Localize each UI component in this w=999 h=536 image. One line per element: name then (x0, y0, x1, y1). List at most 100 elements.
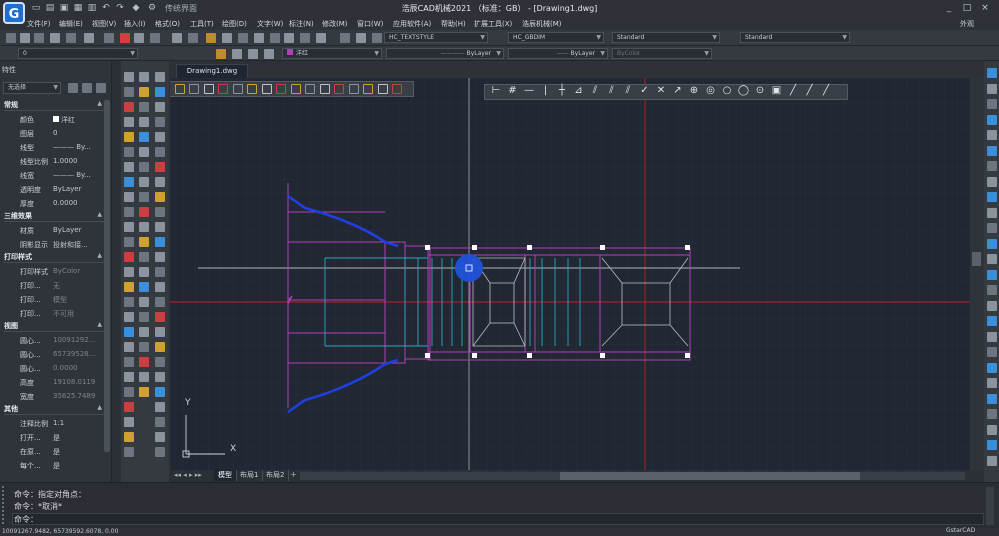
object-snap-icon[interactable]: ⊿ (573, 85, 585, 97)
draw-tool-icon[interactable] (124, 282, 134, 292)
toolbar-tool-icon[interactable] (188, 33, 198, 43)
floating-draw-tool-icon[interactable] (290, 84, 301, 94)
right-tool-icon[interactable] (987, 285, 997, 295)
minimize-button[interactable]: _ (942, 2, 956, 14)
draw-tool-icon[interactable] (124, 447, 134, 457)
property-row[interactable]: 每个... 是 (6, 459, 101, 472)
property-row[interactable]: 圆心... 0.0000 (6, 362, 101, 375)
table-style-dropdown[interactable]: Standard ▼ (612, 32, 720, 43)
draw-tool-icon[interactable] (155, 162, 165, 172)
vertical-scrollbar[interactable] (970, 78, 984, 470)
draw-tool-icon[interactable] (139, 87, 149, 97)
property-row[interactable]: 圆心... 65739528... (6, 348, 101, 361)
draw-tool-icon[interactable] (139, 207, 149, 217)
property-section-header[interactable]: 视图 ▲ (4, 321, 104, 332)
menu-item[interactable]: 编辑(E) (59, 19, 83, 29)
right-tool-icon[interactable] (987, 347, 997, 357)
property-row[interactable]: 厚度 0.0000 (6, 197, 101, 210)
right-tool-icon[interactable] (987, 409, 997, 419)
draw-tool-icon[interactable] (139, 297, 149, 307)
layer-manager-icon[interactable] (216, 49, 226, 59)
menu-item[interactable]: 文字(W) (257, 19, 283, 29)
draw-tool-icon[interactable] (139, 267, 149, 277)
property-row[interactable]: 在原... 是 (6, 445, 101, 458)
toolbar-tool-icon[interactable] (84, 33, 94, 43)
draw-tool-icon[interactable] (124, 207, 134, 217)
draw-tool-icon[interactable] (124, 387, 134, 397)
property-section-header[interactable]: 其他 ▲ (4, 404, 104, 415)
property-row[interactable]: 线型比例 1.0000 (6, 155, 101, 168)
app-logo[interactable]: G (3, 2, 25, 24)
draw-tool-icon[interactable] (155, 372, 165, 382)
toolbar-tool-icon[interactable] (238, 33, 248, 43)
draw-tool-icon[interactable] (155, 252, 165, 262)
draw-tool-icon[interactable] (139, 72, 149, 82)
menu-item[interactable]: 文件(F) (27, 19, 51, 29)
property-row[interactable]: 宽度 35625.7489 (6, 390, 101, 403)
draw-tool-icon[interactable] (155, 192, 165, 202)
tab-model[interactable]: 模型 (214, 470, 237, 481)
object-snap-icon[interactable]: ✓ (639, 85, 651, 97)
property-row[interactable]: 打印... 无 (6, 279, 101, 292)
draw-tool-icon[interactable] (155, 342, 165, 352)
menu-item[interactable]: 插入(I) (124, 19, 146, 29)
toolbar-tool-icon[interactable] (120, 33, 130, 43)
property-row[interactable]: 打开... 是 (6, 431, 101, 444)
floating-draw-tool-icon[interactable] (232, 84, 243, 94)
command-input[interactable] (12, 513, 984, 525)
menu-item[interactable]: 视图(V) (92, 19, 116, 29)
toolbar-tool-icon[interactable] (340, 33, 350, 43)
close-button[interactable]: × (978, 2, 992, 14)
selection-dropdown[interactable]: 无选择 ▼ (3, 82, 61, 94)
draw-tool-icon[interactable] (124, 162, 134, 172)
layout-nav-arrows[interactable]: ◂◂ ◂ ▸ ▸▸ (174, 471, 202, 479)
right-tool-icon[interactable] (987, 300, 997, 311)
draw-tool-icon[interactable] (139, 237, 149, 247)
floating-draw-tool-icon[interactable] (363, 84, 373, 94)
layer-state-icon[interactable] (232, 49, 242, 59)
draw-tool-icon[interactable] (139, 177, 149, 187)
draw-tool-icon[interactable] (124, 372, 134, 382)
right-tool-icon[interactable] (987, 223, 997, 233)
floating-draw-tool-icon[interactable] (319, 84, 330, 94)
floating-draw-tool-icon[interactable] (247, 84, 257, 94)
vertical-scroll-thumb[interactable] (972, 252, 981, 266)
right-tool-icon[interactable] (987, 192, 997, 202)
draw-tool-icon[interactable] (139, 132, 149, 142)
property-row[interactable]: 高度 19108.0119 (6, 376, 101, 389)
object-snap-icon[interactable]: ⊢ (490, 85, 502, 97)
object-snap-icon[interactable]: ┼ (556, 85, 568, 97)
right-tool-icon[interactable] (987, 130, 997, 140)
floating-draw-tool-icon[interactable] (305, 84, 315, 94)
layer-match-icon[interactable] (264, 49, 274, 59)
toolbar-tool-icon[interactable] (34, 33, 44, 43)
floating-draw-tool-icon[interactable] (334, 84, 344, 94)
right-tool-icon[interactable] (987, 440, 997, 450)
menu-item[interactable]: 帮助(H) (441, 19, 466, 29)
draw-tool-icon[interactable] (155, 72, 165, 82)
draw-tool-icon[interactable] (155, 222, 165, 232)
floating-draw-tool-icon[interactable] (392, 84, 402, 94)
command-scrollbar[interactable] (986, 487, 994, 525)
toolbar-tool-icon[interactable] (104, 33, 114, 43)
draw-tool-icon[interactable] (155, 297, 165, 307)
draw-tool-icon[interactable] (124, 237, 134, 247)
floating-draw-tool-icon[interactable] (377, 84, 388, 94)
draw-tool-icon[interactable] (124, 357, 134, 367)
draw-tool-icon[interactable] (155, 357, 165, 367)
draw-tool-icon[interactable] (139, 192, 149, 202)
property-row[interactable]: 颜色 洋红 (6, 113, 101, 126)
draw-tool-icon[interactable] (124, 417, 134, 427)
right-tool-icon[interactable] (987, 393, 997, 404)
toolbar-tool-icon[interactable] (372, 33, 382, 43)
menu-item[interactable]: 绘图(D) (222, 19, 247, 29)
appearance-menu[interactable]: 外观 (960, 19, 974, 29)
draw-tool-icon[interactable] (155, 447, 165, 457)
draw-tool-icon[interactable] (139, 327, 149, 337)
draw-tool-icon[interactable] (124, 72, 134, 82)
floating-draw-tool-icon[interactable] (261, 84, 272, 94)
object-snap-icon[interactable]: # (507, 85, 519, 97)
menu-item[interactable]: 扩展工具(X) (474, 19, 512, 29)
right-tool-icon[interactable] (987, 83, 997, 94)
draw-tool-icon[interactable] (139, 357, 149, 367)
